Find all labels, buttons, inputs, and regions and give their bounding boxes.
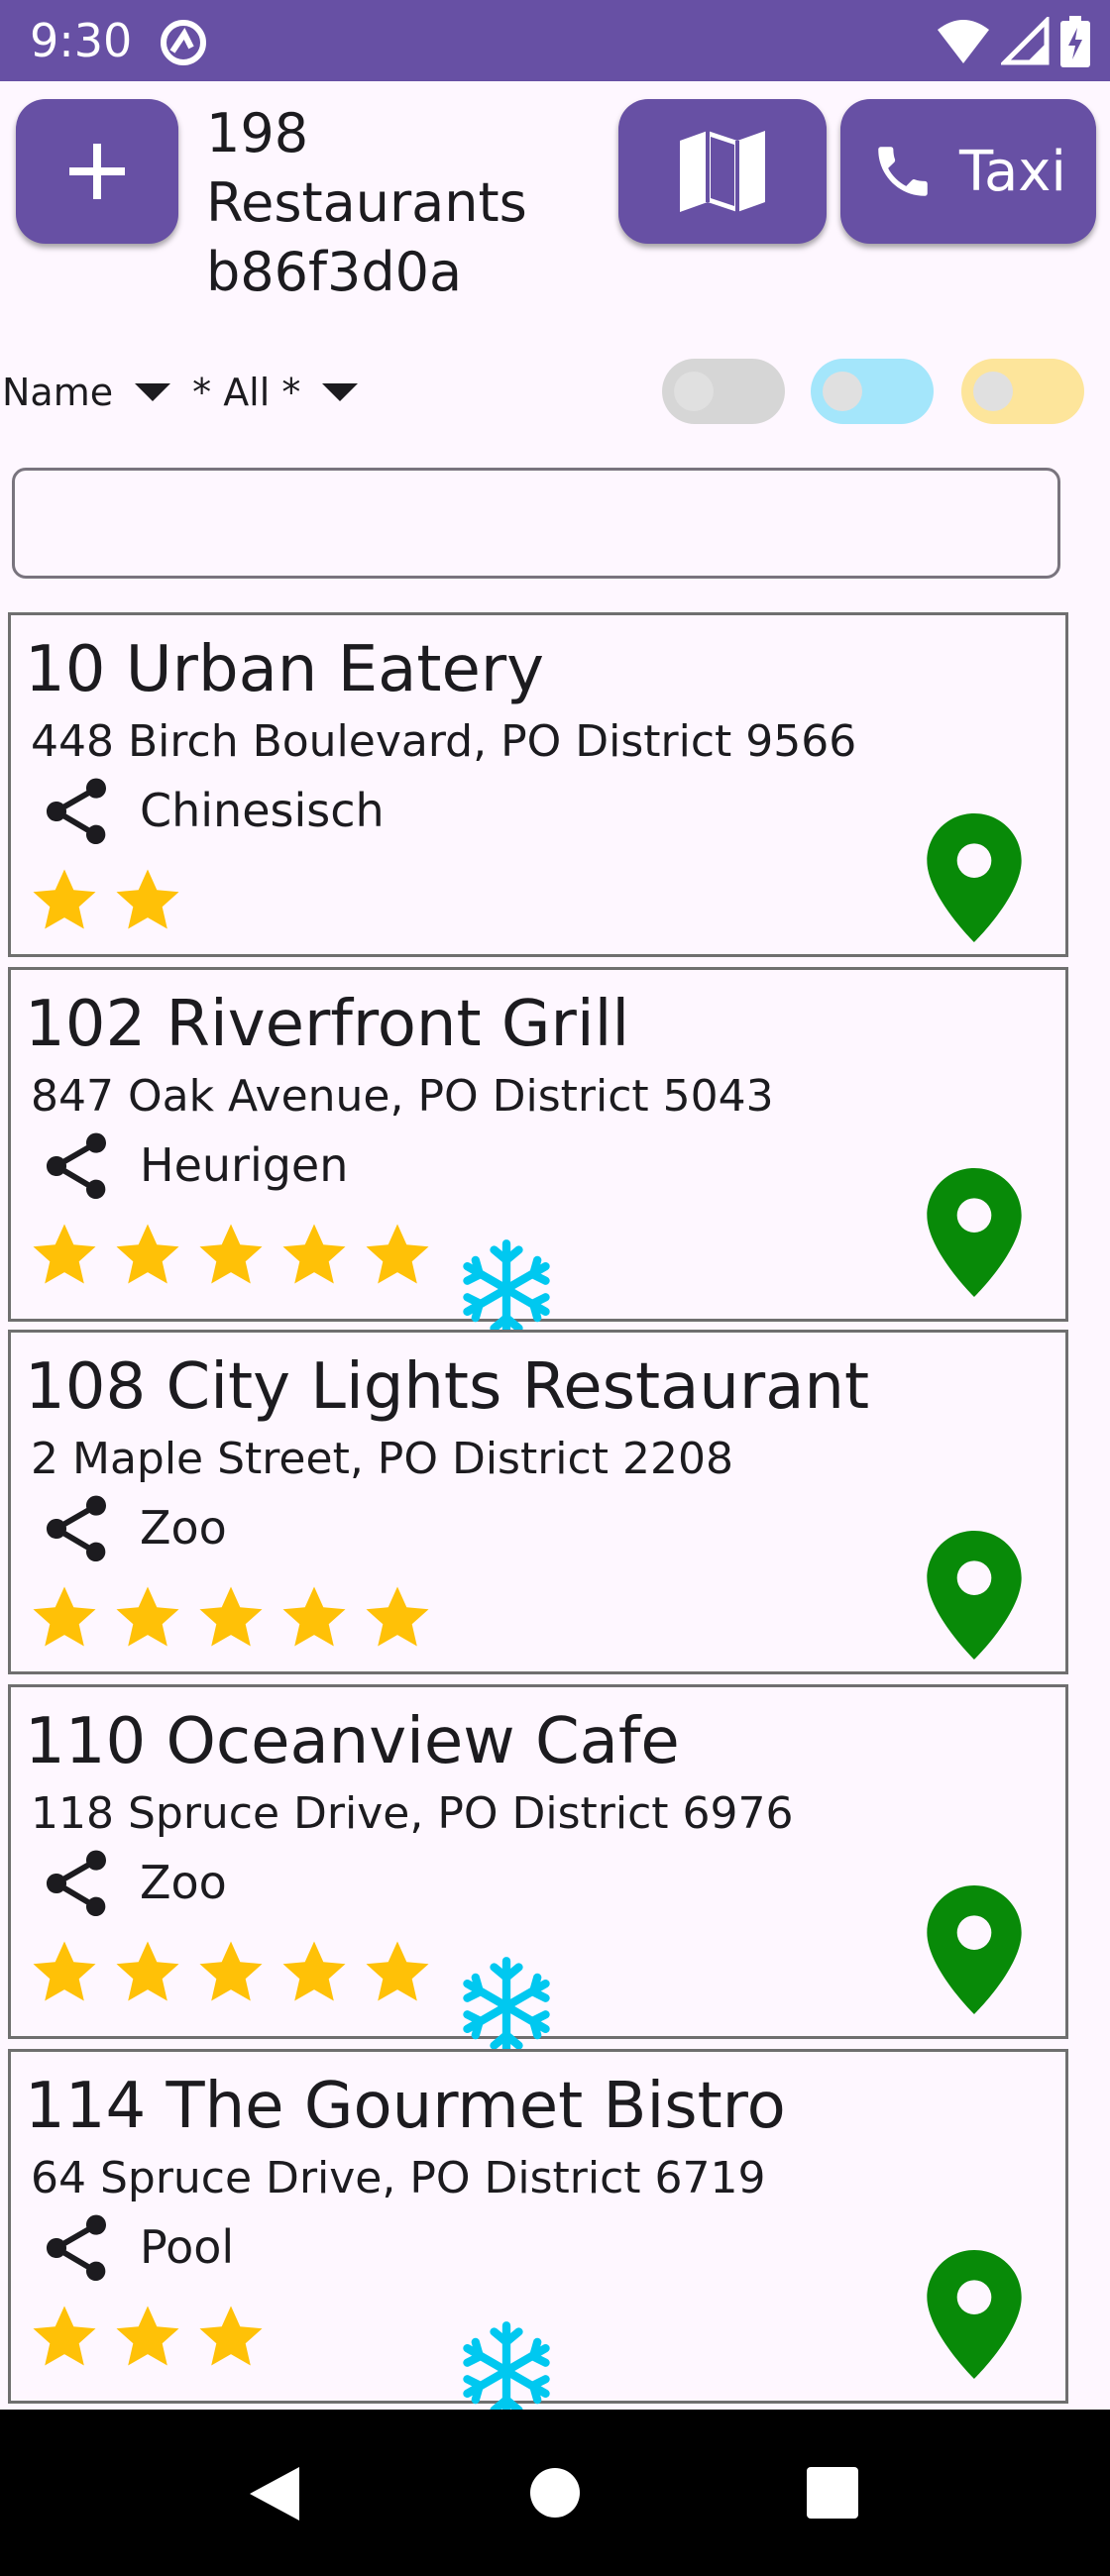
restaurant-address: 847 Oak Avenue, PO District 5043 <box>31 1071 774 1122</box>
share-icon[interactable] <box>37 1844 116 1923</box>
restaurant-card[interactable]: 102 Riverfront Grill 847 Oak Avenue, PO … <box>8 967 1068 1339</box>
rating-stars <box>29 1220 433 1291</box>
app-notification-icon <box>161 20 206 65</box>
phone-icon <box>878 147 928 196</box>
restaurant-card[interactable]: 10 Urban Eatery 448 Birch Boulevard, PO … <box>8 612 1068 957</box>
map-icon <box>680 131 765 212</box>
share-icon[interactable] <box>37 1127 116 1206</box>
plus-icon <box>69 144 125 199</box>
star-filled-icon <box>366 1941 429 2001</box>
share-icon[interactable] <box>37 772 116 851</box>
search-input[interactable] <box>12 468 1060 579</box>
rating-stars <box>29 1937 433 2008</box>
chevron-down-icon <box>322 383 359 401</box>
header-info: 198 Restaurants b86f3d0a <box>206 99 527 307</box>
star-empty-icon <box>199 869 263 929</box>
rating-stars <box>29 2302 433 2373</box>
category-value: * All * <box>192 371 301 414</box>
map-button[interactable] <box>618 99 827 244</box>
restaurant-category: Chinesisch <box>140 784 385 837</box>
taxi-button[interactable]: Taxi <box>840 99 1096 244</box>
navigation-bar <box>0 2410 1110 2576</box>
category-dropdown[interactable]: * All * <box>192 371 380 414</box>
star-empty-icon <box>282 869 346 929</box>
location-pin-icon[interactable] <box>923 813 1026 942</box>
star-filled-icon <box>116 1224 179 1284</box>
star-filled-icon <box>116 869 179 929</box>
star-filled-icon <box>199 1941 263 2001</box>
toggle-switch-blue[interactable] <box>811 359 934 424</box>
taxi-label: Taxi <box>959 139 1066 204</box>
home-icon[interactable] <box>529 2467 581 2519</box>
star-filled-icon <box>282 1586 346 1647</box>
wifi-icon <box>938 20 989 63</box>
share-icon[interactable] <box>37 1489 116 1568</box>
restaurant-label: Restaurants <box>206 171 527 234</box>
add-restaurant-button[interactable] <box>16 99 178 244</box>
snowflake-icon <box>463 2321 550 2420</box>
restaurant-address: 448 Birch Boulevard, PO District 9566 <box>31 716 857 767</box>
restaurant-title: 110 Oceanview Cafe <box>25 1705 680 1778</box>
star-filled-icon <box>33 869 96 929</box>
status-bar: 9:30 <box>0 0 1110 81</box>
restaurant-card[interactable]: 114 The Gourmet Bistro 64 Spruce Drive, … <box>8 2049 1068 2420</box>
star-filled-icon <box>33 1224 96 1284</box>
location-pin-icon[interactable] <box>923 1168 1026 1297</box>
back-icon[interactable] <box>246 2463 303 2524</box>
star-filled-icon <box>199 2306 263 2366</box>
star-filled-icon <box>282 1224 346 1284</box>
restaurant-category: Zoo <box>140 1856 227 1909</box>
sort-dropdown[interactable]: Name <box>0 371 192 414</box>
rating-stars <box>29 865 433 936</box>
star-filled-icon <box>366 1224 429 1284</box>
star-filled-icon <box>116 1941 179 2001</box>
toggle-knob <box>674 372 714 411</box>
restaurant-count: 198 <box>206 102 309 164</box>
restaurant-title: 10 Urban Eatery <box>25 633 544 706</box>
restaurant-title: 114 The Gourmet Bistro <box>25 2070 786 2143</box>
restaurant-title: 108 City Lights Restaurant <box>25 1350 870 1424</box>
battery-icon <box>1060 16 1090 67</box>
filter-row: Name * All * <box>0 365 380 420</box>
location-pin-icon[interactable] <box>923 1885 1026 2014</box>
star-filled-icon <box>33 1941 96 2001</box>
star-filled-icon <box>116 2306 179 2366</box>
restaurant-address: 64 Spruce Drive, PO District 6719 <box>31 2153 766 2203</box>
restaurant-address: 2 Maple Street, PO District 2208 <box>31 1434 733 1484</box>
sort-value: Name <box>2 371 114 414</box>
star-filled-icon <box>33 1586 96 1647</box>
restaurant-card[interactable]: 110 Oceanview Cafe 118 Spruce Drive, PO … <box>8 1684 1068 2056</box>
chevron-down-icon <box>135 383 171 401</box>
star-filled-icon <box>199 1224 263 1284</box>
toggle-switch-yellow[interactable] <box>961 359 1084 424</box>
toggle-knob <box>973 372 1013 411</box>
star-filled-icon <box>33 2306 96 2366</box>
rating-stars <box>29 1582 433 1654</box>
location-pin-icon[interactable] <box>923 1531 1026 1660</box>
toggle-knob <box>823 372 862 411</box>
restaurant-address: 118 Spruce Drive, PO District 6976 <box>31 1788 794 1839</box>
star-filled-icon <box>366 1586 429 1647</box>
star-filled-icon <box>199 1586 263 1647</box>
star-filled-icon <box>116 1586 179 1647</box>
toggle-switch-gray[interactable] <box>662 359 785 424</box>
recents-icon[interactable] <box>807 2467 858 2519</box>
restaurant-title: 102 Riverfront Grill <box>25 988 630 1061</box>
share-icon[interactable] <box>37 2208 116 2288</box>
location-pin-icon[interactable] <box>923 2250 1026 2379</box>
star-empty-icon <box>282 2306 346 2366</box>
restaurant-card[interactable]: 108 City Lights Restaurant 2 Maple Stree… <box>8 1330 1068 1674</box>
list-id: b86f3d0a <box>206 241 463 303</box>
star-empty-icon <box>366 869 429 929</box>
status-time: 9:30 <box>30 14 133 67</box>
star-filled-icon <box>282 1941 346 2001</box>
restaurant-category: Zoo <box>140 1501 227 1555</box>
restaurant-category: Heurigen <box>140 1138 349 1192</box>
restaurant-category: Pool <box>140 2220 235 2274</box>
signal-icon <box>1001 17 1050 65</box>
snowflake-icon <box>463 1957 550 2056</box>
snowflake-icon <box>463 1239 550 1339</box>
star-empty-icon <box>366 2306 429 2366</box>
